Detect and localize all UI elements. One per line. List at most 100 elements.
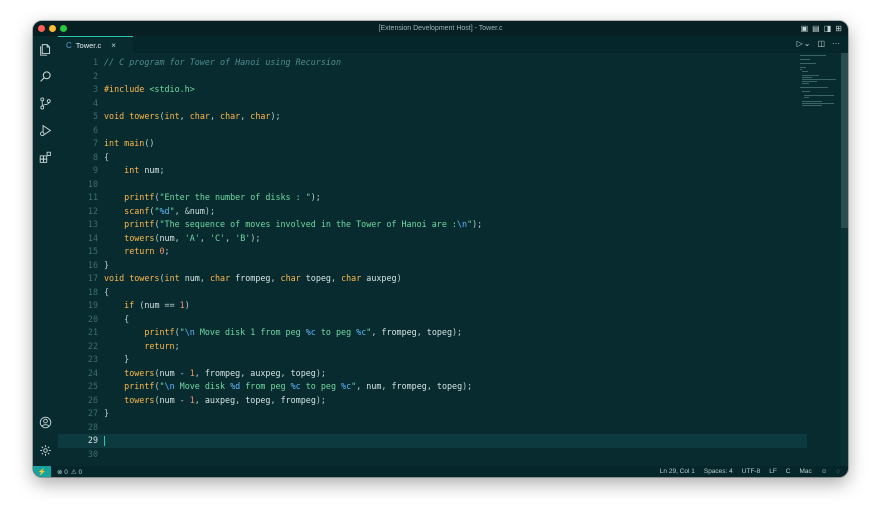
toggle-panel-icon[interactable]: ▤ [812, 24, 820, 33]
code-line[interactable]: 24 towers(num - 1, frompeg, auxpeg, tope… [58, 367, 807, 381]
line-code: #include <stdio.h> [104, 83, 195, 97]
close-tab-icon[interactable]: × [111, 41, 116, 50]
code-token: void [104, 111, 130, 121]
remote-indicator-icon[interactable]: ⚡ [33, 466, 51, 477]
notifications-bell-icon[interactable]: ◌ [836, 469, 840, 475]
minimap[interactable] [800, 53, 840, 123]
code-line[interactable]: 9 int num; [58, 164, 807, 178]
code-line[interactable]: 23 } [58, 353, 807, 367]
line-code: towers(num, 'A', 'C', 'B'); [104, 232, 260, 246]
search-icon[interactable] [39, 70, 52, 83]
code-line[interactable]: 19 if (num == 1) [58, 299, 807, 313]
run-icon[interactable]: ▷ [797, 39, 803, 48]
code-line[interactable]: 17 void towers(int num, char frompeg, cha… [58, 272, 807, 286]
code-token: , & [174, 205, 190, 216]
explorer-icon[interactable] [39, 43, 52, 56]
account-icon[interactable] [39, 416, 52, 429]
code-token: , [199, 232, 210, 243]
code-line[interactable]: 21 printf("\n Move disk 1 from peg %c to… [58, 326, 807, 340]
maximize-window-button[interactable] [60, 25, 67, 32]
code-line[interactable]: 28 [58, 421, 807, 435]
settings-gear-icon[interactable] [39, 444, 52, 457]
split-editor-icon[interactable]: ◫ [817, 39, 825, 48]
code-line[interactable]: 27} [58, 407, 807, 421]
code-token: { [104, 151, 110, 162]
code-token: , [371, 327, 382, 337]
run-menu-chevron-icon[interactable]: ⌄ [804, 39, 811, 48]
code-line[interactable]: 7 int main() [58, 137, 807, 151]
status-bar: ⚡ ⊗ 0 ⚠ 0 Ln 29, Col 1 Spaces: 4 UTF-8 L… [33, 466, 848, 477]
code-line[interactable]: 25 printf("\n Move disk %d from peg %c t… [58, 380, 807, 394]
code-line[interactable]: 12 scanf("%d", &num); [58, 205, 807, 219]
customize-layout-icon[interactable]: ⊞ [835, 24, 842, 33]
toggle-secondary-sidebar-icon[interactable]: ◨ [824, 24, 832, 33]
code-line[interactable]: 29 [58, 434, 807, 448]
run-debug-icon[interactable] [39, 124, 52, 137]
code-line[interactable]: 2 [58, 70, 807, 84]
more-actions-icon[interactable]: ··· [832, 39, 840, 48]
source-control-icon[interactable] [39, 97, 52, 110]
code-line[interactable]: 4 [58, 97, 807, 111]
code-line[interactable]: 18 { [58, 286, 807, 300]
code-token: %c [341, 381, 352, 391]
code-token: %d [230, 381, 241, 391]
code-line[interactable]: 16} [58, 259, 807, 273]
code-token: topeg [436, 381, 463, 391]
code-line[interactable]: 15 return 0; [58, 245, 807, 259]
file-encoding[interactable]: UTF-8 [742, 468, 760, 475]
line-number: 26 [87, 394, 98, 405]
code-line[interactable]: 20 { [58, 313, 807, 327]
line-number: 16 [87, 259, 98, 270]
code-line[interactable]: 14 towers(num, 'A', 'C', 'B'); [58, 232, 807, 246]
end-of-line[interactable]: LF [769, 468, 777, 475]
code-line[interactable]: 13 printf("The sequence of moves involve… [58, 218, 807, 232]
code-line[interactable]: 11 printf("Enter the number of disks : "… [58, 191, 807, 205]
code-line[interactable]: 8{ [58, 151, 807, 165]
line-code: } [104, 407, 109, 421]
line-code: towers(num - 1, auxpeg, topeg, frompeg); [104, 394, 326, 408]
code-token: auxpeg [250, 367, 281, 378]
code-token: frompeg [381, 327, 417, 337]
code-line[interactable]: 3 #include <stdio.h> [58, 83, 807, 97]
line-code: { [104, 151, 109, 165]
code-editor[interactable]: 1 // C program for Tower of Hanoi using R… [58, 53, 848, 466]
toggle-primary-sidebar-icon[interactable]: ▣ [801, 24, 809, 33]
close-window-button[interactable] [38, 25, 45, 32]
code-line[interactable]: 6 [58, 124, 807, 138]
cursor-position[interactable]: Ln 29, Col 1 [660, 468, 695, 475]
code-token: printf [124, 219, 155, 229]
minimize-window-button[interactable] [49, 25, 56, 32]
code-token: towers [129, 273, 160, 283]
code-token: Move disk [174, 381, 231, 391]
code-token: 'B' [235, 232, 251, 243]
scrollbar-thumb[interactable] [841, 53, 848, 228]
platform[interactable]: Mac [800, 468, 812, 475]
tab-tower-c[interactable]: C Tower.c × [58, 36, 133, 53]
code-line[interactable]: 1 // C program for Tower of Hanoi using R… [58, 56, 807, 70]
line-code: int main() [104, 137, 154, 151]
code-token: , [426, 381, 437, 391]
code-token: frompeg [280, 394, 316, 405]
line-code: { [104, 313, 129, 327]
code-line[interactable]: 26 towers(num - 1, auxpeg, topeg, frompe… [58, 394, 807, 408]
indentation[interactable]: Spaces: 4 [704, 468, 733, 475]
code-line[interactable]: 5 void towers(int, char, char, char); [58, 110, 807, 124]
code-token: void [104, 273, 130, 283]
feedback-icon[interactable]: ☺ [821, 468, 828, 475]
code-token: } [104, 259, 110, 270]
problems-indicator[interactable]: ⊗ 0 ⚠ 0 [57, 468, 82, 476]
language-mode[interactable]: C [786, 468, 791, 475]
extensions-icon[interactable] [39, 151, 52, 164]
vertical-scrollbar[interactable] [841, 53, 848, 466]
code-line[interactable]: 10 [58, 178, 807, 192]
code-line[interactable]: 22 return; [58, 340, 807, 354]
code-token: ) [396, 273, 402, 283]
line-code: void towers(int, char, char, char); [104, 110, 281, 124]
code-line[interactable]: 30 [58, 448, 807, 462]
code-token: to peg [300, 381, 342, 391]
